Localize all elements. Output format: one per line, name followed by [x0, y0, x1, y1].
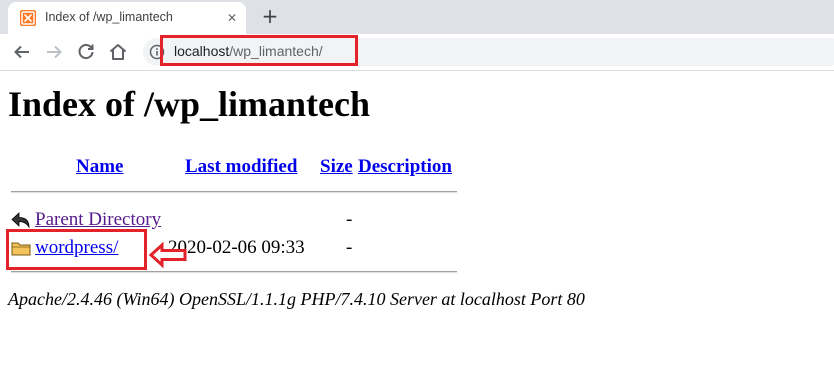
home-button[interactable] — [106, 40, 130, 64]
reload-button[interactable] — [74, 40, 98, 64]
folder-icon — [11, 242, 31, 256]
row-size: - — [346, 237, 353, 258]
xampp-icon — [20, 10, 36, 26]
url-text[interactable]: localhost/wp_limantech/ — [174, 43, 323, 59]
page-title: Index of /wp_limantech — [8, 84, 371, 124]
home-icon — [109, 44, 127, 60]
left-arrow-annotation-icon — [148, 241, 187, 269]
browser-tab[interactable]: Index of /wp_limantech ✕ — [8, 2, 246, 34]
url-host: localhost — [174, 43, 230, 59]
row-last-modified: 2020-02-06 09:33 — [168, 237, 305, 258]
back-button[interactable] — [10, 40, 34, 64]
back-arrow-icon — [11, 212, 30, 229]
table-divider-top — [11, 191, 457, 193]
row-size: - — [346, 209, 353, 230]
tab-title: Index of /wp_limantech — [45, 10, 173, 24]
column-header-name[interactable]: Name — [76, 156, 123, 178]
url-path: /wp_limantech/ — [229, 43, 323, 59]
new-tab-button[interactable]: + — [258, 4, 282, 28]
info-icon[interactable] — [149, 44, 165, 60]
server-signature: Apache/2.4.46 (Win64) OpenSSL/1.1.1g PHP… — [8, 289, 585, 309]
tab-strip: Index of /wp_limantech ✕ + — [0, 0, 834, 34]
forward-button[interactable] — [42, 40, 66, 64]
forward-arrow-icon — [47, 45, 62, 59]
parent-directory-link[interactable]: Parent Directory — [35, 209, 161, 231]
back-arrow-icon — [14, 45, 29, 59]
reload-icon — [78, 44, 94, 60]
column-header-last-modified[interactable]: Last modified — [185, 156, 297, 178]
column-header-description[interactable]: Description — [358, 156, 452, 178]
table-divider-bottom — [11, 271, 457, 273]
column-header-size[interactable]: Size — [320, 156, 353, 178]
browser-toolbar: localhost/wp_limantech/ — [0, 34, 834, 71]
wordpress-folder-link[interactable]: wordpress/ — [35, 237, 118, 259]
close-tab-icon[interactable]: ✕ — [224, 10, 240, 26]
address-bar[interactable]: localhost/wp_limantech/ — [143, 38, 834, 66]
